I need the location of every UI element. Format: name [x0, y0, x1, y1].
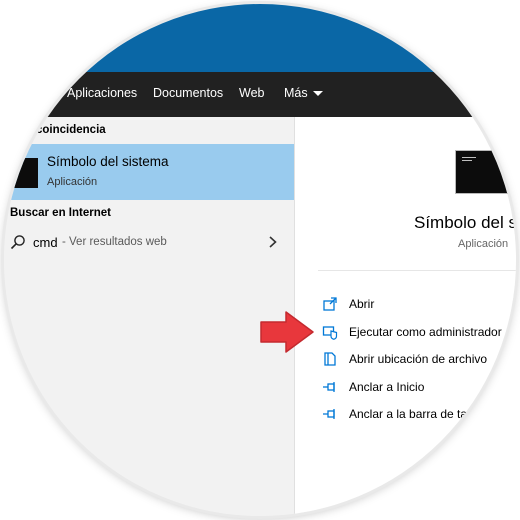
action-label: Abrir	[349, 297, 375, 311]
action-anclar-a-inicio[interactable]: Anclar a Inicio	[322, 377, 424, 397]
chevron-right-icon[interactable]	[268, 236, 278, 248]
action-ejecutar-como-administrador[interactable]: Ejecutar como administrador	[322, 322, 502, 342]
best-match-subtitle: Aplicación	[47, 176, 98, 188]
tab-mas[interactable]: Más	[284, 86, 323, 100]
command-prompt-icon	[4, 158, 38, 188]
file-location-icon	[324, 352, 336, 366]
app-subtitle: Aplicación	[458, 238, 509, 250]
action-label: Anclar a la barra de ta	[349, 407, 468, 421]
action-abrir-ubicacion-de-archivo[interactable]: Abrir ubicación de archivo	[322, 349, 487, 369]
web-search-hint: - Ver resultados web	[62, 236, 167, 248]
web-search-heading: Buscar en Internet	[10, 207, 111, 219]
window-top-bar	[4, 4, 516, 72]
best-match-heading: coincidencia	[36, 124, 106, 136]
command-prompt-preview-icon	[455, 150, 516, 194]
divider	[318, 270, 516, 271]
tab-aplicaciones[interactable]: Aplicaciones	[67, 86, 137, 100]
search-icon	[10, 235, 25, 250]
action-label: Ejecutar como administrador	[349, 325, 502, 339]
best-match-result[interactable]	[4, 144, 294, 200]
action-abrir[interactable]: Abrir	[322, 294, 374, 314]
pin-icon	[323, 409, 335, 419]
tab-documentos[interactable]: Documentos	[153, 86, 223, 100]
action-anclar-a-la-barra-de-tareas[interactable]: Anclar a la barra de ta	[322, 404, 467, 424]
circular-crop: Aplicaciones Documentos Web Más coincide…	[4, 4, 516, 516]
tab-web[interactable]: Web	[239, 86, 264, 100]
app-title: Símbolo del si	[414, 213, 516, 232]
red-arrow-pointer	[260, 311, 314, 353]
best-match-title: Símbolo del sistema	[47, 154, 169, 169]
caret-down-icon	[312, 90, 323, 96]
pin-icon	[323, 382, 335, 392]
web-search-query: cmd	[33, 235, 58, 250]
action-label: Anclar a Inicio	[349, 380, 425, 394]
tab-mas-label: Más	[284, 86, 308, 100]
action-label: Abrir ubicación de archivo	[349, 352, 488, 366]
run-as-admin-icon	[322, 326, 338, 340]
open-icon	[323, 297, 337, 311]
